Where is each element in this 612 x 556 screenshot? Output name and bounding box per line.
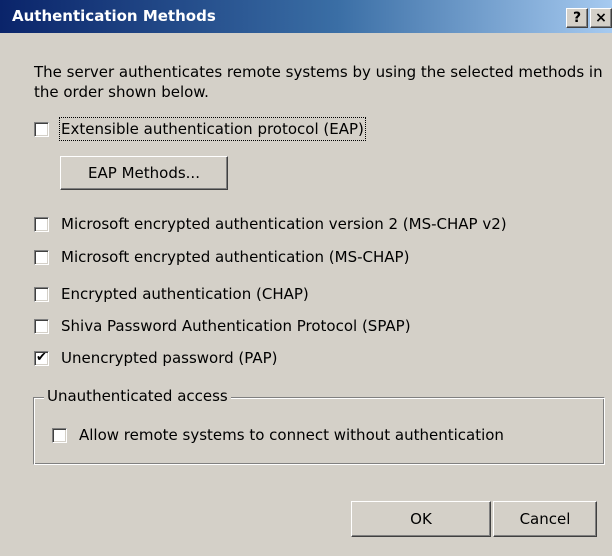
checkbox-row-mschap[interactable]: Microsoft encrypted authentication (MS-C… — [34, 246, 409, 268]
help-button[interactable]: ? — [566, 8, 588, 28]
mschapv2-checkbox[interactable] — [34, 216, 49, 232]
help-icon: ? — [572, 10, 582, 26]
chap-checkbox[interactable] — [34, 286, 49, 302]
checkmark-icon: ✔ — [36, 349, 47, 365]
checkbox-row-pap[interactable]: ✔ Unencrypted password (PAP) — [34, 347, 278, 369]
checkbox-row-eap[interactable]: Extensible authentication protocol (EAP) — [34, 117, 366, 141]
checkbox-row-spap[interactable]: Shiva Password Authentication Protocol (… — [34, 315, 411, 337]
eap-label[interactable]: Extensible authentication protocol (EAP) — [59, 117, 366, 141]
description-text: The server authenticates remote systems … — [34, 63, 603, 101]
allow-unauthenticated-checkbox[interactable] — [52, 427, 67, 443]
mschap-checkbox[interactable] — [34, 249, 49, 265]
authentication-methods-dialog: Authentication Methods ? × The server au… — [0, 0, 612, 556]
chap-label[interactable]: Encrypted authentication (CHAP) — [61, 284, 309, 304]
dialog-title: Authentication Methods — [12, 7, 216, 25]
unauthenticated-access-legend: Unauthenticated access — [44, 386, 231, 406]
mschapv2-label[interactable]: Microsoft encrypted authentication versi… — [61, 214, 507, 234]
pap-label[interactable]: Unencrypted password (PAP) — [61, 348, 278, 368]
eap-checkbox[interactable] — [34, 121, 49, 137]
checkbox-row-allow-unauthenticated[interactable]: Allow remote systems to connect without … — [52, 424, 504, 446]
cancel-button[interactable]: Cancel — [493, 501, 597, 537]
mschap-label[interactable]: Microsoft encrypted authentication (MS-C… — [61, 247, 409, 267]
spap-label[interactable]: Shiva Password Authentication Protocol (… — [61, 316, 411, 336]
eap-methods-button[interactable]: EAP Methods... — [60, 156, 228, 190]
close-button[interactable]: × — [590, 8, 612, 28]
checkbox-row-mschapv2[interactable]: Microsoft encrypted authentication versi… — [34, 213, 507, 235]
close-icon: × — [595, 10, 607, 26]
allow-unauthenticated-label[interactable]: Allow remote systems to connect without … — [79, 425, 504, 445]
title-bar[interactable]: Authentication Methods ? × — [0, 0, 612, 33]
ok-button[interactable]: OK — [351, 501, 491, 537]
pap-checkbox[interactable]: ✔ — [34, 349, 49, 366]
spap-checkbox[interactable] — [34, 318, 49, 334]
checkbox-row-chap[interactable]: Encrypted authentication (CHAP) — [34, 283, 309, 305]
